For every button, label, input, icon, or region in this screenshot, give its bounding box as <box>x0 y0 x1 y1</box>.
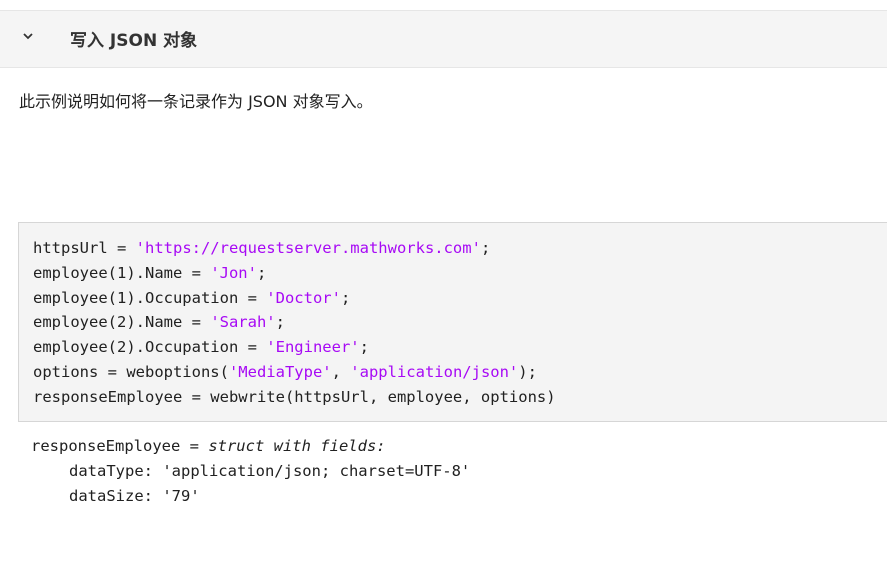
output-type: struct with fields: <box>208 437 386 455</box>
example-description: 此示例说明如何将一条记录作为 JSON 对象写入。 <box>19 92 373 111</box>
code-line: employee(1).Occupation = 'Doctor'; <box>33 288 351 307</box>
code-line: httpsUrl = 'https://requestserver.mathwo… <box>33 239 491 257</box>
code-line: responseEmployee = webwrite(httpsUrl, em… <box>33 387 556 406</box>
section-header[interactable]: 写入 JSON 对象 <box>0 10 887 68</box>
command-output: responseEmployee = struct with fields: d… <box>31 434 470 508</box>
code-line: employee(1).Name = 'Jon'; <box>33 263 267 282</box>
code-text: httpsUrl = 'https://requestserver.mathwo… <box>33 236 556 410</box>
code-line: employee(2).Name = 'Sarah'; <box>33 313 285 332</box>
output-var: responseEmployee = <box>31 437 209 455</box>
output-field: dataType: 'application/json; charset=UTF… <box>69 461 471 480</box>
output-field: dataSize: '79' <box>69 486 200 505</box>
section-title: 写入 JSON 对象 <box>70 31 198 51</box>
chevron-down-icon[interactable] <box>21 28 35 40</box>
code-line: employee(2).Occupation = 'Engineer'; <box>33 338 369 357</box>
code-line: options = weboptions('MediaType', 'appli… <box>33 362 537 381</box>
code-block[interactable]: httpsUrl = 'https://requestserver.mathwo… <box>18 222 887 422</box>
